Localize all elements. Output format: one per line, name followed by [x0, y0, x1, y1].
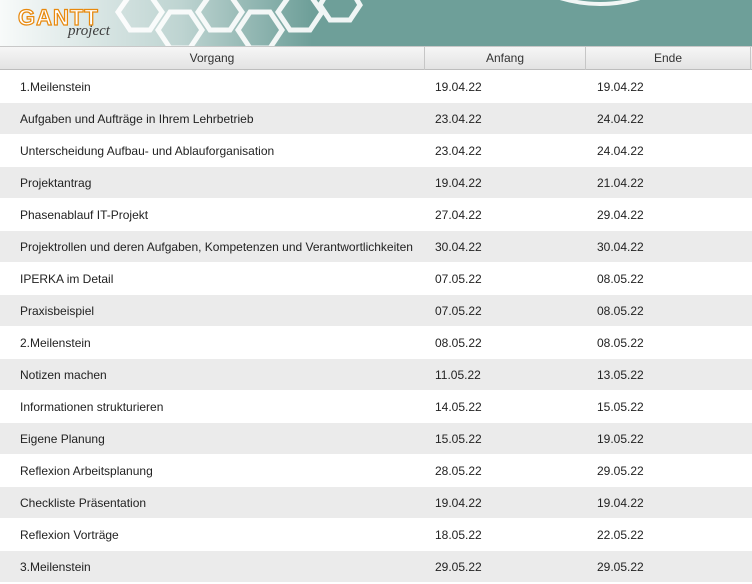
table-row[interactable]: Reflexion Vorträge 18.05.22 22.05.22 — [0, 519, 752, 551]
start-date-cell[interactable]: 23.04.22 — [425, 135, 586, 166]
end-date-cell[interactable]: 21.04.22 — [586, 167, 751, 198]
start-date-cell[interactable]: 11.05.22 — [425, 359, 586, 390]
start-date-cell[interactable]: 14.05.22 — [425, 391, 586, 422]
table-row[interactable]: Notizen machen 11.05.22 13.05.22 — [0, 359, 752, 391]
table-row[interactable]: 3.Meilenstein 29.05.22 29.05.22 — [0, 551, 752, 583]
end-date-cell[interactable]: 19.05.22 — [586, 423, 751, 454]
table-row[interactable]: Projektrollen und deren Aufgaben, Kompet… — [0, 231, 752, 263]
task-name-cell[interactable]: Informationen strukturieren — [0, 391, 425, 422]
task-name-cell[interactable]: Praxisbeispiel — [0, 295, 425, 326]
start-date-cell[interactable]: 08.05.22 — [425, 327, 586, 358]
end-date-cell[interactable]: 30.04.22 — [586, 231, 751, 262]
end-date-cell[interactable]: 08.05.22 — [586, 263, 751, 294]
task-name-cell[interactable]: Reflexion Arbeitsplanung — [0, 455, 425, 486]
table-row[interactable]: Projektantrag 19.04.22 21.04.22 — [0, 167, 752, 199]
column-header-task[interactable]: Vorgang — [0, 47, 425, 70]
table-row[interactable]: Reflexion Arbeitsplanung 28.05.22 29.05.22 — [0, 455, 752, 487]
column-header-start[interactable]: Anfang — [425, 47, 586, 70]
end-date-cell[interactable]: 22.05.22 — [586, 519, 751, 550]
table-row[interactable]: Informationen strukturieren 14.05.22 15.05… — [0, 391, 752, 423]
task-name-cell[interactable]: Projektantrag — [0, 167, 425, 198]
start-date-cell[interactable]: 30.04.22 — [425, 231, 586, 262]
table-header: Vorgang Anfang Ende — [0, 46, 752, 70]
start-date-cell[interactable]: 19.04.22 — [425, 71, 586, 102]
task-name-cell[interactable]: IPERKA im Detail — [0, 263, 425, 294]
table-row[interactable]: Eigene Planung 15.05.22 19.05.22 — [0, 423, 752, 455]
start-date-cell[interactable]: 23.04.22 — [425, 103, 586, 134]
logo-sub-text: project — [68, 23, 110, 39]
task-name-cell[interactable]: 2.Meilenstein — [0, 327, 425, 358]
start-date-cell[interactable]: 27.04.22 — [425, 199, 586, 230]
table-row[interactable]: Praxisbeispiel 07.05.22 08.05.22 — [0, 295, 752, 327]
app-banner: GANTT project — [0, 0, 752, 46]
table-row[interactable]: Unterscheidung Aufbau- und Ablauforganis… — [0, 135, 752, 167]
task-name-cell[interactable]: Aufgaben und Aufträge in Ihrem Lehrbetri… — [0, 103, 425, 134]
task-name-cell[interactable]: Checkliste Präsentation — [0, 487, 425, 518]
start-date-cell[interactable]: 18.05.22 — [425, 519, 586, 550]
end-date-cell[interactable]: 29.05.22 — [586, 455, 751, 486]
end-date-cell[interactable]: 19.04.22 — [586, 71, 751, 102]
task-name-cell[interactable]: Eigene Planung — [0, 423, 425, 454]
table-row[interactable]: Checkliste Präsentation 19.04.22 19.04.22 — [0, 487, 752, 519]
start-date-cell[interactable]: 29.05.22 — [425, 551, 586, 582]
task-name-cell[interactable]: 3.Meilenstein — [0, 551, 425, 582]
table-row[interactable]: 1.Meilenstein 19.04.22 19.04.22 — [0, 71, 752, 103]
end-date-cell[interactable]: 24.04.22 — [586, 103, 751, 134]
end-date-cell[interactable]: 29.04.22 — [586, 199, 751, 230]
gantt-project-logo: GANTT project — [12, 3, 132, 43]
end-date-cell[interactable]: 19.04.22 — [586, 487, 751, 518]
end-date-cell[interactable]: 08.05.22 — [586, 295, 751, 326]
end-date-cell[interactable]: 29.05.22 — [586, 551, 751, 582]
task-name-cell[interactable]: Reflexion Vorträge — [0, 519, 425, 550]
start-date-cell[interactable]: 15.05.22 — [425, 423, 586, 454]
table-row[interactable]: Phasenablauf IT-Projekt 27.04.22 29.04.22 — [0, 199, 752, 231]
task-table-body: 1.Meilenstein 19.04.22 19.04.22 Aufgaben un… — [0, 71, 752, 583]
start-date-cell[interactable]: 07.05.22 — [425, 263, 586, 294]
task-name-cell[interactable]: Phasenablauf IT-Projekt — [0, 199, 425, 230]
task-name-cell[interactable]: 1.Meilenstein — [0, 71, 425, 102]
task-name-cell[interactable]: Projektrollen und deren Aufgaben, Kompet… — [0, 231, 425, 262]
table-row[interactable]: 2.Meilenstein 08.05.22 08.05.22 — [0, 327, 752, 359]
end-date-cell[interactable]: 15.05.22 — [586, 391, 751, 422]
end-date-cell[interactable]: 08.05.22 — [586, 327, 751, 358]
end-date-cell[interactable]: 24.04.22 — [586, 135, 751, 166]
start-date-cell[interactable]: 07.05.22 — [425, 295, 586, 326]
task-name-cell[interactable]: Unterscheidung Aufbau- und Ablauforganis… — [0, 135, 425, 166]
task-name-cell[interactable]: Notizen machen — [0, 359, 425, 390]
start-date-cell[interactable]: 19.04.22 — [425, 487, 586, 518]
table-row[interactable]: IPERKA im Detail 07.05.22 08.05.22 — [0, 263, 752, 295]
start-date-cell[interactable]: 28.05.22 — [425, 455, 586, 486]
table-row[interactable]: Aufgaben und Aufträge in Ihrem Lehrbetri… — [0, 103, 752, 135]
end-date-cell[interactable]: 13.05.22 — [586, 359, 751, 390]
start-date-cell[interactable]: 19.04.22 — [425, 167, 586, 198]
column-header-end[interactable]: Ende — [586, 47, 751, 70]
